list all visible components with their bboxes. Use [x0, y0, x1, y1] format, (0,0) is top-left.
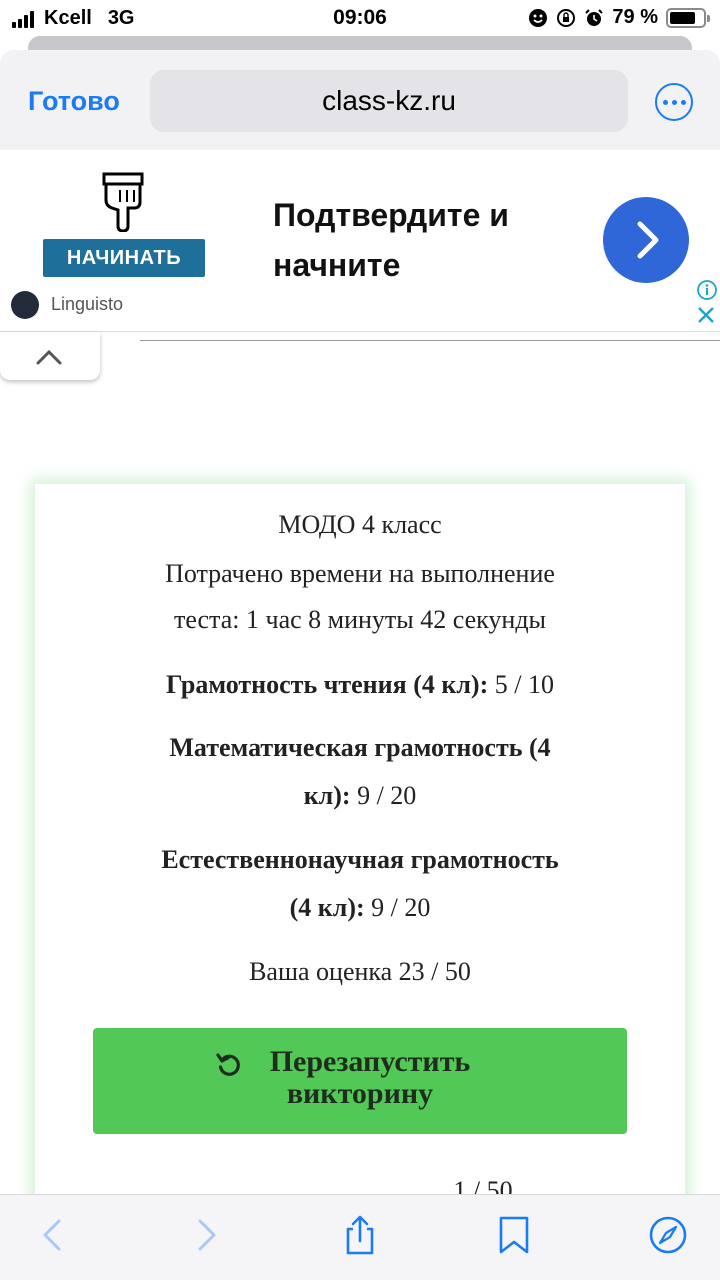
ad-arrow-button[interactable]: [603, 197, 689, 283]
quiz-result-card: МОДО 4 класс Потрачено времени на выполн…: [35, 484, 685, 1214]
forward-icon[interactable]: [184, 1213, 228, 1257]
alarm-icon: [585, 8, 604, 26]
more-options-icon[interactable]: [655, 83, 693, 121]
done-button[interactable]: Готово: [28, 86, 120, 117]
restart-label-line2: викторину: [286, 1077, 434, 1110]
science-label-line1: Естественнонаучная грамотность: [35, 845, 685, 875]
time-spent-line2: теста: 1 час 8 минуты 42 секунды: [173, 605, 547, 634]
share-icon[interactable]: [338, 1213, 382, 1257]
brand-logo-icon: [11, 291, 39, 319]
pointing-hand-icon: [102, 172, 144, 232]
chevron-up-icon: [36, 349, 62, 365]
ad-brand-name: Linguisto: [51, 294, 124, 314]
ad-headline: Подтвердите и начните: [273, 197, 509, 283]
restart-quiz-button[interactable]: Перезапустить викторину: [93, 1028, 627, 1134]
science-label: Естественнонаучная грамотность: [161, 845, 559, 874]
face-icon: [529, 8, 548, 27]
compass-icon[interactable]: [646, 1213, 690, 1257]
time-spent-line1: Потрачено времени на выполнение: [165, 559, 555, 588]
collapse-ad-tab[interactable]: [0, 332, 100, 380]
math-label-cont: кл):: [303, 781, 351, 810]
status-bar: Kcell 3G 09:06 79 %: [0, 0, 720, 36]
browser-header: Готово class-kz.ru: [0, 50, 720, 150]
reading-score: 5 / 10: [494, 670, 554, 699]
rotation-lock-icon: [557, 8, 576, 27]
quiz-title: МОДО 4 класс: [278, 510, 442, 539]
science-label-cont: (4 кл):: [289, 893, 365, 922]
restart-label-line1: Перезапустить: [269, 1045, 471, 1078]
back-icon[interactable]: [31, 1213, 75, 1257]
divider: [140, 340, 720, 341]
math-label: Математическая грамотность (4: [169, 733, 551, 762]
browser-toolbar: [0, 1194, 720, 1280]
math-score-row: кл): 9 / 20: [35, 781, 685, 811]
url-field[interactable]: class-kz.ru: [150, 70, 628, 132]
science-score: 9 / 20: [371, 893, 431, 922]
ad-close-icon[interactable]: [697, 306, 715, 324]
math-label-line1: Математическая грамотность (4: [35, 733, 685, 763]
bookmarks-icon[interactable]: [492, 1213, 536, 1257]
math-score: 9 / 20: [357, 781, 417, 810]
reading-label: Грамотность чтения (4 кл):: [166, 670, 489, 699]
battery-icon: [666, 7, 710, 28]
reading-score-row: Грамотность чтения (4 кл): 5 / 10: [35, 670, 685, 700]
battery-percent: 79 %: [612, 6, 658, 28]
status-right-group: 79 %: [528, 6, 710, 29]
total-score: Ваша оценка 23 / 50: [249, 957, 471, 986]
ad-info-icon[interactable]: [697, 280, 717, 300]
science-score-row: (4 кл): 9 / 20: [35, 893, 685, 923]
restart-label: Перезапустить викторину: [93, 1046, 627, 1110]
ad-start-button[interactable]: НАЧИНАТЬ: [43, 239, 205, 277]
